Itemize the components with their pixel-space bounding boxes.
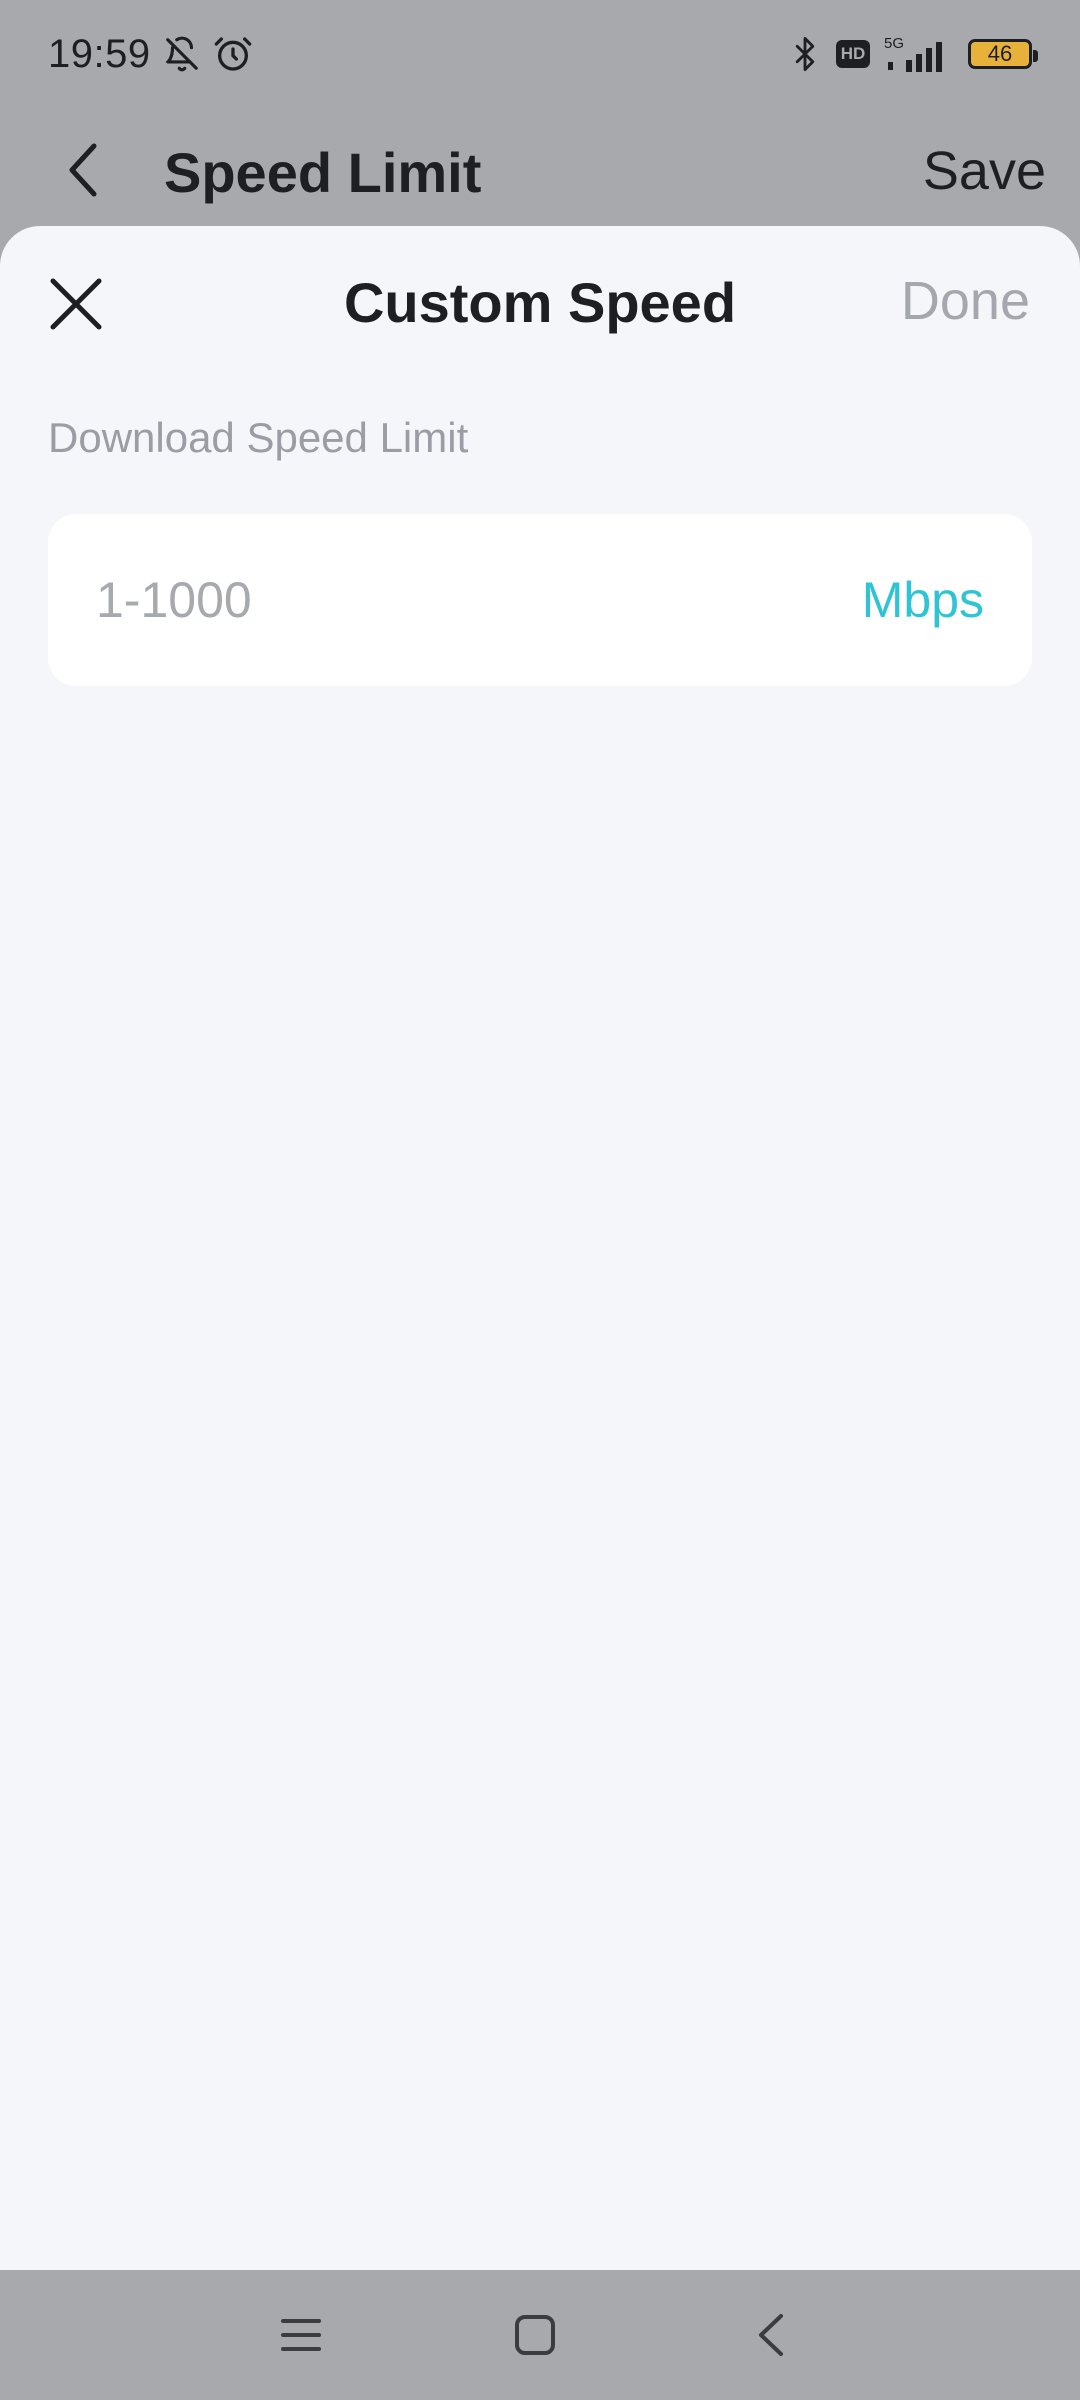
5g-signal-icon: 5G [884, 34, 954, 74]
unit-label: Mbps [861, 572, 984, 628]
custom-speed-sheet: Custom Speed Done Download Speed Limit M… [0, 226, 1080, 2270]
back-icon [759, 2314, 783, 2356]
done-button[interactable]: Done [901, 270, 1030, 332]
save-button[interactable]: Save [923, 140, 1046, 202]
page-title: Speed Limit [164, 141, 482, 204]
speed-input[interactable] [96, 571, 862, 629]
bluetooth-icon [788, 35, 822, 73]
alarm-icon [213, 34, 253, 74]
menu-icon [281, 2319, 321, 2351]
navigation-bar [0, 2270, 1080, 2400]
chevron-left-icon [69, 143, 97, 197]
mute-bell-icon [163, 35, 201, 73]
battery-icon: 46 [968, 39, 1038, 69]
page-header: Speed Limit Save [0, 118, 1080, 226]
status-right: HD 5G 46 [788, 34, 1038, 74]
nav-back-button[interactable] [736, 2300, 806, 2370]
status-time: 19:59 [48, 31, 151, 76]
hd-icon: HD [836, 40, 870, 68]
download-speed-label: Download Speed Limit [48, 414, 469, 461]
home-button[interactable] [500, 2300, 570, 2370]
recents-button[interactable] [266, 2300, 336, 2370]
speed-input-card[interactable]: Mbps [48, 514, 1032, 686]
status-left: 19:59 [48, 32, 253, 77]
network-label: 5G [884, 35, 904, 52]
status-bar: 19:59 HD 5G 46 [0, 0, 1080, 108]
battery-level: 46 [987, 41, 1013, 66]
back-button[interactable] [52, 138, 116, 202]
home-icon [515, 2315, 555, 2355]
